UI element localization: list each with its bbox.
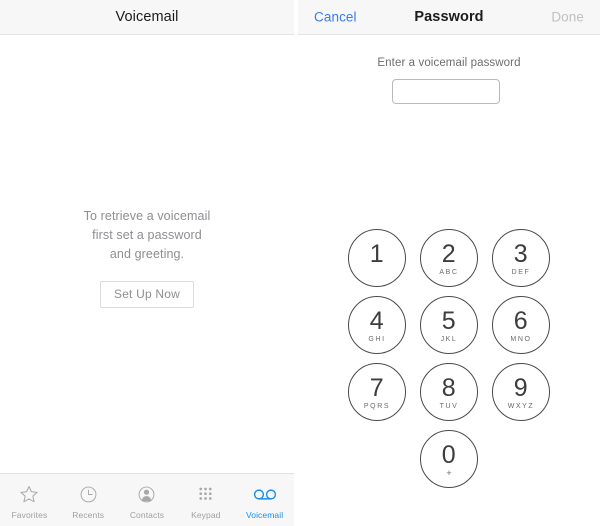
voicemail-empty-body: To retrieve a voicemail first set a pass… xyxy=(0,35,294,526)
password-panel: Cancel Password Done Enter a voicemail p… xyxy=(298,0,600,526)
password-title: Password xyxy=(414,9,484,25)
key-letters: TUV xyxy=(439,403,459,410)
keypad-row: 4 GHI 5 JKL 6 MNO xyxy=(298,296,600,354)
tab-favorites-label: Favorites xyxy=(11,510,48,520)
key-1[interactable]: 1 xyxy=(348,229,406,287)
voicemail-reels-icon xyxy=(252,481,278,507)
voicemail-panel: Voicemail To retrieve a voicemail first … xyxy=(0,0,294,526)
password-field-label: Enter a voicemail password xyxy=(377,57,521,69)
keypad-row: 1 2 ABC 3 DEF xyxy=(298,229,600,287)
star-icon xyxy=(16,481,42,507)
key-9[interactable]: 9 WXYZ xyxy=(492,363,550,421)
clock-icon xyxy=(75,481,101,507)
key-digit: 1 xyxy=(369,240,385,268)
key-2[interactable]: 2 ABC xyxy=(420,229,478,287)
empty-state-line-1: To retrieve a voicemail xyxy=(83,209,211,223)
right-navbar: Cancel Password Done xyxy=(298,0,600,35)
done-button[interactable]: Done xyxy=(551,10,584,25)
key-plus-symbol: + xyxy=(446,468,452,478)
tab-favorites[interactable]: Favorites xyxy=(0,481,59,520)
tab-recents-label: Recents xyxy=(72,510,105,520)
numeric-keypad: 1 2 ABC 3 DEF 4 GHI 5 JKL 6 MNO 7 PQRS 8… xyxy=(298,229,600,497)
key-5[interactable]: 5 JKL xyxy=(420,296,478,354)
key-letters: DEF xyxy=(511,269,531,276)
key-letters: GHI xyxy=(368,336,386,343)
key-digit: 4 xyxy=(369,307,385,335)
tab-contacts[interactable]: Contacts xyxy=(118,481,177,520)
key-digit: 8 xyxy=(441,374,457,402)
key-3[interactable]: 3 DEF xyxy=(492,229,550,287)
tab-bar: Favorites Recents Contacts Keypad Voicem… xyxy=(0,473,294,526)
tab-voicemail-label: Voicemail xyxy=(245,510,284,520)
key-letters: PQRS xyxy=(363,403,391,410)
key-digit: 7 xyxy=(369,374,385,402)
tab-recents[interactable]: Recents xyxy=(59,481,118,520)
keypad-row: 7 PQRS 8 TUV 9 WXYZ xyxy=(298,363,600,421)
left-navbar: Voicemail xyxy=(0,0,294,35)
key-letters: WXYZ xyxy=(507,403,535,410)
keypad-row: 0 + xyxy=(298,430,600,488)
tab-keypad-label: Keypad xyxy=(191,510,221,520)
cancel-button[interactable]: Cancel xyxy=(314,10,357,25)
set-up-now-button[interactable]: Set Up Now xyxy=(99,281,195,308)
page-title: Voicemail xyxy=(115,9,179,25)
key-letters: MNO xyxy=(510,336,532,343)
dual-panel-screenshot: Voicemail To retrieve a voicemail first … xyxy=(0,0,600,526)
key-digit: 0 xyxy=(441,441,457,469)
key-8[interactable]: 8 TUV xyxy=(420,363,478,421)
tab-contacts-label: Contacts xyxy=(129,510,165,520)
person-icon xyxy=(134,481,160,507)
key-digit: 9 xyxy=(513,374,529,402)
key-digit: 5 xyxy=(441,307,457,335)
key-digit: 6 xyxy=(513,307,529,335)
key-digit: 3 xyxy=(513,240,529,268)
key-4[interactable]: 4 GHI xyxy=(348,296,406,354)
empty-state: To retrieve a voicemail first set a pass… xyxy=(0,207,294,308)
password-input[interactable] xyxy=(392,79,500,104)
key-digit: 2 xyxy=(441,240,457,268)
empty-state-line-3: and greeting. xyxy=(109,247,185,261)
keypad-dots-icon xyxy=(193,481,219,507)
key-letters: ABC xyxy=(439,269,459,276)
tab-keypad[interactable]: Keypad xyxy=(176,481,235,520)
key-0[interactable]: 0 + xyxy=(420,430,478,488)
key-letters: JKL xyxy=(440,336,458,343)
key-6[interactable]: 6 MNO xyxy=(492,296,550,354)
key-7[interactable]: 7 PQRS xyxy=(348,363,406,421)
password-body: Enter a voicemail password 1 2 ABC 3 DEF xyxy=(298,35,600,526)
tab-voicemail[interactable]: Voicemail xyxy=(235,481,294,520)
empty-state-line-2: first set a password xyxy=(92,228,202,242)
